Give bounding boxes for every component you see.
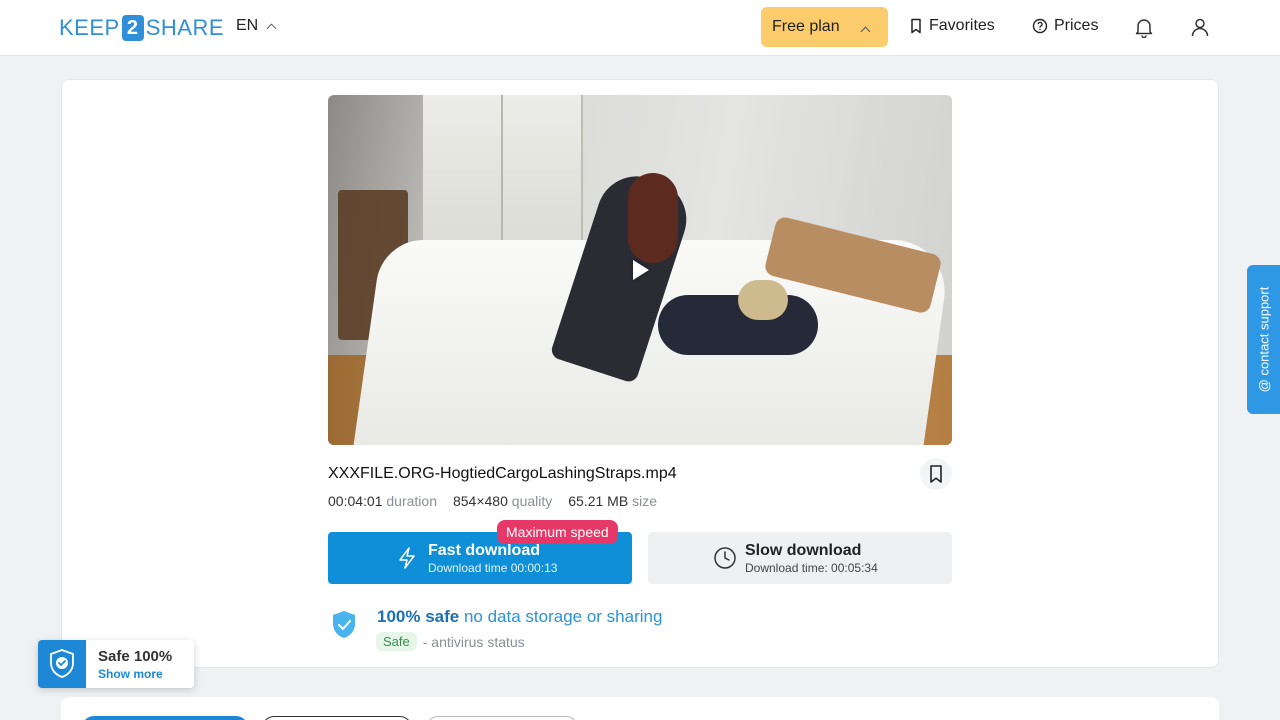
favorites-link[interactable]: Favorites — [909, 17, 995, 35]
clock-icon — [714, 547, 736, 569]
maximum-speed-badge: Maximum speed — [497, 520, 618, 544]
prices-label: Prices — [1054, 17, 1099, 34]
logo-text-share: SHARE — [145, 15, 224, 40]
safety-strong: 100% safe — [377, 607, 460, 626]
bookmark-icon — [911, 18, 921, 34]
bell-icon — [1135, 19, 1153, 38]
favorites-label: Favorites — [929, 17, 995, 34]
logo-text-2: 2 — [121, 15, 144, 41]
contact-support-label: @ contact support — [1256, 286, 1272, 393]
add-favorite-button[interactable] — [920, 458, 952, 490]
site-logo[interactable]: KEEP 2 SHARE — [59, 14, 224, 42]
play-icon[interactable] — [633, 260, 649, 280]
slow-download-time: Download time: 00:05:34 — [745, 561, 878, 575]
logo-text-keep: KEEP — [59, 15, 120, 40]
language-selector[interactable]: EN — [236, 17, 277, 35]
safe-chip: Safe — [376, 632, 417, 651]
chevron-up-icon — [860, 26, 871, 37]
bottom-tab-1[interactable] — [82, 716, 248, 720]
safe-widget-badge — [38, 640, 86, 688]
shield-check-icon — [50, 649, 74, 678]
lightning-icon — [399, 547, 415, 569]
help-circle-icon — [1032, 18, 1048, 34]
account-button[interactable] — [1187, 14, 1213, 40]
safety-rest: no data storage or sharing — [459, 607, 663, 626]
safety-text: 100% safe no data storage or sharing — [377, 607, 662, 627]
contact-support-tab[interactable]: @ contact support — [1247, 265, 1280, 414]
fast-download-title: Fast download — [428, 542, 540, 559]
chevron-up-icon — [266, 23, 277, 33]
safe-widget[interactable]: Safe 100% Show more — [38, 640, 194, 688]
user-icon — [1191, 18, 1209, 37]
free-plan-label: Free plan — [772, 18, 840, 35]
fast-download-time: Download time 00:00:13 — [428, 561, 558, 575]
duration-info: 00:04:01 duration — [328, 493, 437, 509]
file-meta: 00:04:01 duration 854×480 quality 65.21 … — [328, 493, 657, 509]
free-plan-button[interactable]: Free plan — [761, 7, 888, 47]
bottom-tab-2[interactable] — [262, 716, 412, 720]
file-name: XXXFILE.ORG-HogtiedCargoLashingStraps.mp… — [328, 465, 677, 482]
show-more-link[interactable]: Show more — [98, 667, 163, 681]
safe-widget-title: Safe 100% — [98, 648, 173, 665]
antivirus-status-text: - antivirus status — [422, 633, 525, 650]
video-preview[interactable] — [328, 95, 952, 445]
quality-info: 854×480 quality — [452, 493, 553, 509]
bookmark-icon — [930, 465, 942, 483]
slow-download-button[interactable]: Slow download Download time: 00:05:34 — [648, 532, 952, 584]
size-info: 65.21 MB size — [568, 493, 657, 509]
prices-link[interactable]: Prices — [1032, 17, 1098, 35]
antivirus-status: Safe - antivirus status — [376, 632, 525, 651]
shield-check-icon — [333, 611, 355, 638]
language-label: EN — [236, 17, 259, 34]
slow-download-title: Slow download — [745, 542, 862, 559]
notifications-button[interactable] — [1131, 14, 1157, 40]
bottom-tab-3[interactable] — [426, 716, 578, 720]
top-header: KEEP 2 SHARE EN Free plan Favorites Pric… — [0, 0, 1280, 56]
